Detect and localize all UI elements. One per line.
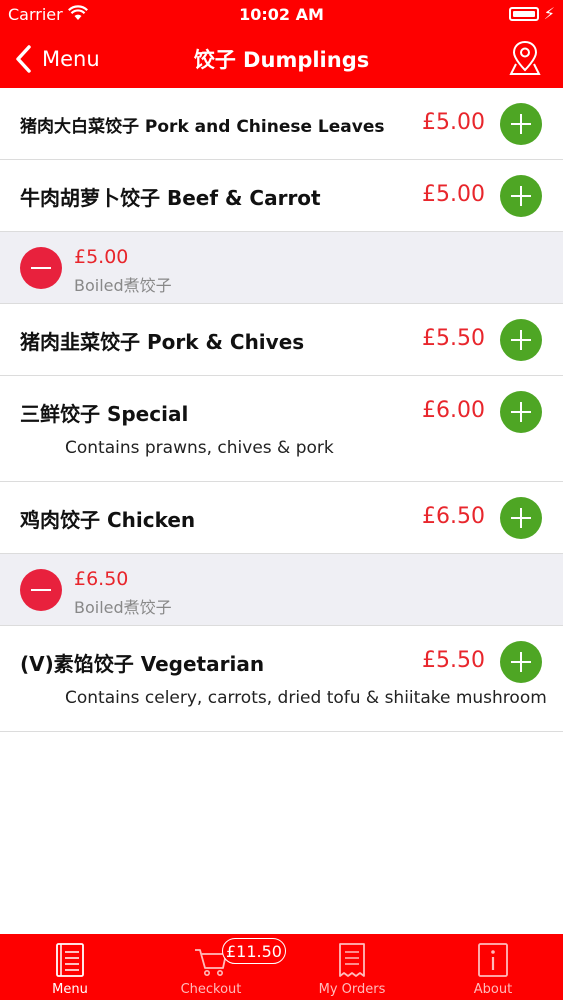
add-button[interactable] [500, 103, 542, 145]
tab-bar: Menu Checkout My Orders About £11.50 [0, 934, 563, 1000]
menu-item-row[interactable]: 鸡肉饺子 Chicken £6.50 [0, 482, 563, 554]
selected-option-label: Boiled煮饺子 [74, 276, 172, 295]
item-price: £6.50 [422, 504, 485, 529]
battery-icon [509, 7, 539, 21]
item-price: £5.00 [422, 110, 485, 135]
item-name: 三鲜饺子 Special [20, 402, 189, 426]
item-description: Contains celery, carrots, dried tofu & s… [65, 688, 547, 708]
add-button[interactable] [500, 319, 542, 361]
menu-book-icon [56, 943, 84, 977]
add-button[interactable] [500, 641, 542, 683]
item-description: Contains prawns, chives & pork [65, 438, 334, 458]
clock: 10:02 AM [239, 5, 324, 24]
item-name: 猪肉韭菜饺子 Pork & Chives [20, 330, 305, 354]
remove-button[interactable] [20, 569, 62, 611]
item-price: £6.00 [422, 398, 485, 423]
menu-item-row[interactable]: 三鲜饺子 Special £6.00 Contains prawns, chiv… [0, 376, 563, 482]
tab-label: About [473, 982, 513, 997]
item-price: £5.50 [422, 326, 485, 351]
receipt-icon [339, 943, 365, 977]
status-bar: Carrier 10:02 AM ⚡ [0, 0, 563, 30]
add-button[interactable] [500, 175, 542, 217]
tab-menu[interactable]: Menu [0, 934, 140, 1000]
selected-price: £5.00 [74, 246, 129, 268]
page-title: 饺子 Dumplings [193, 48, 370, 72]
tab-label: Checkout [180, 982, 242, 997]
item-name: 牛肉胡萝卜饺子 Beef & Carrot [20, 186, 321, 210]
item-price: £5.50 [422, 648, 485, 673]
remove-button[interactable] [20, 247, 62, 289]
dumpling-list: 猪肉大白菜饺子 Pork and Chinese Leaves £5.00 牛肉… [0, 88, 563, 732]
cart-total-badge: £11.50 [222, 938, 286, 964]
info-icon [478, 943, 508, 977]
item-price: £5.00 [422, 182, 485, 207]
item-name: (V)素馅饺子 Vegetarian [20, 652, 265, 676]
selected-option-row: £5.00 Boiled煮饺子 [0, 232, 563, 304]
menu-item-row[interactable]: (V)素馅饺子 Vegetarian £5.50 Contains celery… [0, 626, 563, 732]
nav-bar: Menu 饺子 Dumplings [0, 30, 563, 88]
item-name: 鸡肉饺子 Chicken [20, 508, 196, 532]
add-button[interactable] [500, 391, 542, 433]
tab-about[interactable]: About [423, 934, 563, 1000]
selected-price: £6.50 [74, 568, 129, 590]
selected-option-row: £6.50 Boiled煮饺子 [0, 554, 563, 626]
selected-option-label: Boiled煮饺子 [74, 598, 172, 617]
map-pin-icon[interactable] [509, 40, 541, 76]
menu-item-row[interactable]: 牛肉胡萝卜饺子 Beef & Carrot £5.00 [0, 160, 563, 232]
tab-my-orders[interactable]: My Orders [282, 934, 422, 1000]
menu-item-row[interactable]: 猪肉大白菜饺子 Pork and Chinese Leaves £5.00 [0, 88, 563, 160]
charging-icon: ⚡ [543, 4, 555, 23]
tab-label: My Orders [318, 982, 386, 997]
item-name: 猪肉大白菜饺子 Pork and Chinese Leaves [20, 117, 385, 137]
add-button[interactable] [500, 497, 542, 539]
menu-item-row[interactable]: 猪肉韭菜饺子 Pork & Chives £5.50 [0, 304, 563, 376]
tab-label: Menu [52, 982, 88, 997]
